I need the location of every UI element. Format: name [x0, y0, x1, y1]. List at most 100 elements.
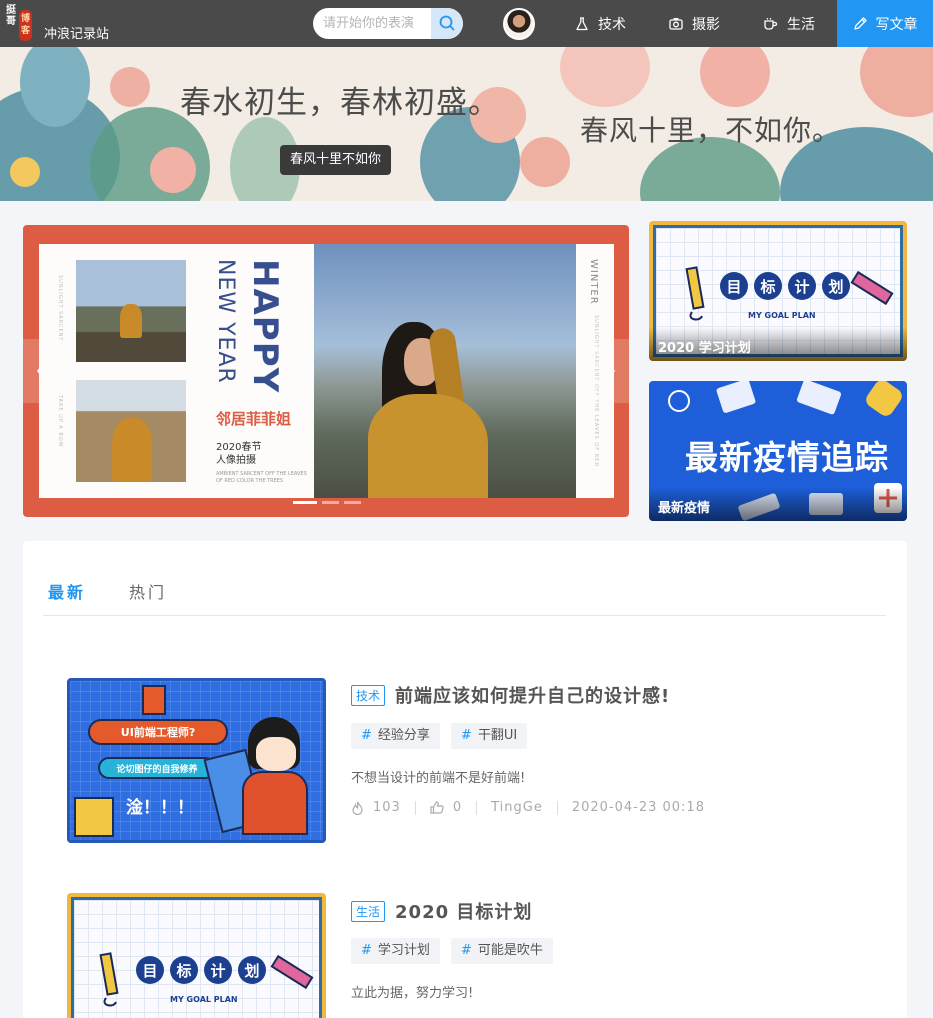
write-article-label: 写文章: [875, 16, 918, 33]
thumb-pill: UI前端工程师?: [88, 719, 228, 745]
side-card-epidemic[interactable]: 最新疫情追踪 最新疫情: [649, 381, 907, 521]
post-author[interactable]: TingGe: [491, 800, 543, 815]
site-logo[interactable]: 挺哥: [6, 5, 20, 41]
goal-char: 目: [720, 272, 748, 300]
flower-decoration: [10, 157, 40, 187]
figure: [368, 394, 488, 498]
featured-carousel[interactable]: SUNLIGHT SARCENT TAKE UP A BOW HAPPY NEW…: [23, 225, 629, 517]
thumb-pill: 论切图仔的自我修养: [98, 757, 216, 779]
slide-side-text: SUNLIGHT SARCENT: [57, 275, 63, 342]
meta-divider: [414, 800, 416, 815]
figure: [142, 685, 166, 715]
nav-item-tech[interactable]: 技术: [575, 0, 626, 47]
goal-char: 划: [238, 956, 266, 984]
post-header: 技术 前端应该如何提升自己的设计感!: [351, 682, 670, 708]
carousel-dot[interactable]: [293, 501, 317, 504]
post-header: 生活 2020 目标计划: [351, 898, 532, 924]
tag[interactable]: # 干翻UI: [450, 723, 528, 749]
tag[interactable]: # 经验分享: [351, 723, 440, 749]
card-caption-overlay: 最新疫情: [649, 487, 907, 521]
article-feed: 最新 热门 UI前端工程师? 论切图仔的自我修养 淦！！！ 技术 前端应该如何提…: [23, 541, 907, 1018]
figure: [112, 418, 152, 482]
pen-icon: [853, 17, 867, 30]
epidemic-headline: 最新疫情追踪: [685, 438, 889, 477]
tag[interactable]: # 学习计划: [351, 938, 440, 964]
figure: [242, 771, 308, 835]
coffee-icon: [764, 17, 778, 30]
slide-newyear-text: NEW YEAR: [213, 259, 238, 384]
flower-decoration: [520, 137, 570, 187]
carousel-dot[interactable]: [322, 501, 339, 504]
meta-divider: [476, 800, 478, 815]
post-description: 不想当设计的前端不是好前端!: [351, 771, 526, 786]
nav-item-label: 技术: [598, 16, 626, 33]
flask-icon: [576, 16, 588, 30]
slide-happy-text: HAPPY: [245, 259, 285, 394]
likes-value: 0: [452, 800, 463, 815]
category-badge[interactable]: 技术: [351, 684, 386, 706]
hero-banner: 春水初生，春林初盛。 春风十里，不如你。 春风十里不如你: [0, 47, 933, 201]
figure: [256, 737, 296, 771]
tag[interactable]: # 可能是吹牛: [450, 938, 553, 964]
nav-item-label: 摄影: [692, 16, 720, 33]
hero-headline: 春水初生，春林初盛。: [180, 85, 500, 121]
pencil-icon: [685, 266, 705, 321]
slide-photo: [76, 260, 186, 362]
flower-decoration: [150, 147, 196, 193]
nav-item-life[interactable]: 生活: [763, 0, 815, 47]
goal-char: 标: [170, 956, 198, 984]
hero-subheadline: 春风十里，不如你。: [580, 114, 842, 147]
figure: [74, 797, 114, 837]
search-button[interactable]: [431, 8, 463, 39]
views-count: 103: [351, 800, 401, 815]
thumb-exclaim: 淦！！！: [126, 798, 194, 818]
post-thumbnail[interactable]: 目 标 计 划 MY GOAL PLAN: [67, 893, 326, 1018]
marker-icon: [270, 954, 314, 990]
write-article-button[interactable]: 写文章: [837, 0, 933, 47]
post-title[interactable]: 前端应该如何提升自己的设计感!: [395, 682, 670, 708]
likes-count[interactable]: 0: [430, 800, 462, 815]
post-thumbnail[interactable]: UI前端工程师? 论切图仔的自我修养 淦！！！: [67, 678, 326, 843]
site-name[interactable]: 冲浪记录站: [44, 27, 109, 43]
card-caption: 2020 学习计划: [658, 341, 751, 356]
nav-item-photo[interactable]: 摄影: [669, 0, 720, 47]
category-badge[interactable]: 生活: [351, 900, 386, 922]
side-card-goal[interactable]: 目 标 计 划 MY GOAL PLAN 2020 学习计划: [649, 221, 907, 361]
flower-decoration: [110, 67, 150, 107]
hash-icon: #: [460, 943, 472, 958]
tab-divider: [43, 615, 886, 616]
post-title[interactable]: 2020 目标计划: [395, 898, 532, 924]
post-date: 2020-04-23 00:18: [571, 800, 705, 815]
carousel-next-button[interactable]: [595, 339, 629, 403]
slide-main-photo: [314, 244, 576, 498]
slide-name: 邻居菲菲姐: [216, 410, 292, 428]
chevron-left-icon: [36, 365, 43, 377]
logo-seal: 博客: [19, 10, 32, 41]
slide-side-text: TAKE UP A BOW: [57, 395, 63, 448]
camera-icon: [669, 18, 683, 30]
search-box: [313, 8, 463, 39]
figure: [120, 304, 142, 338]
carousel-dot[interactable]: [344, 501, 361, 504]
carousel-prev-button[interactable]: [23, 339, 57, 403]
tab-latest[interactable]: 最新: [48, 579, 86, 603]
post-description: 立此为据，努力学习!: [351, 986, 474, 1001]
post-tags: # 经验分享 # 干翻UI: [351, 723, 528, 749]
goal-subtitle: MY GOAL PLAN: [748, 311, 816, 320]
top-nav: 挺哥 博客 冲浪记录站 技术 摄影 生活: [0, 0, 933, 47]
card-caption: 最新疫情: [658, 501, 711, 516]
tag-label: 学习计划: [377, 943, 430, 958]
tab-hot[interactable]: 热门: [129, 579, 167, 603]
post-meta: 103 0 TingGe 2020-04-23 00:18: [351, 800, 705, 815]
goal-char: 标: [754, 272, 782, 300]
goal-subtitle: MY GOAL PLAN: [170, 995, 238, 1004]
marker-icon: [850, 270, 894, 306]
goal-chars: 目 标 计 划: [720, 272, 850, 300]
slide-fineprint: AMBIENT SARCENT OFF THE LEAVES OF RED CO…: [216, 471, 307, 484]
search-input[interactable]: [313, 8, 431, 39]
card-caption-overlay: 2020 学习计划: [649, 327, 907, 361]
carousel-indicators: [293, 501, 361, 504]
user-avatar[interactable]: [503, 8, 535, 40]
thumbs-up-icon: [430, 801, 444, 814]
hash-icon: #: [361, 943, 372, 958]
